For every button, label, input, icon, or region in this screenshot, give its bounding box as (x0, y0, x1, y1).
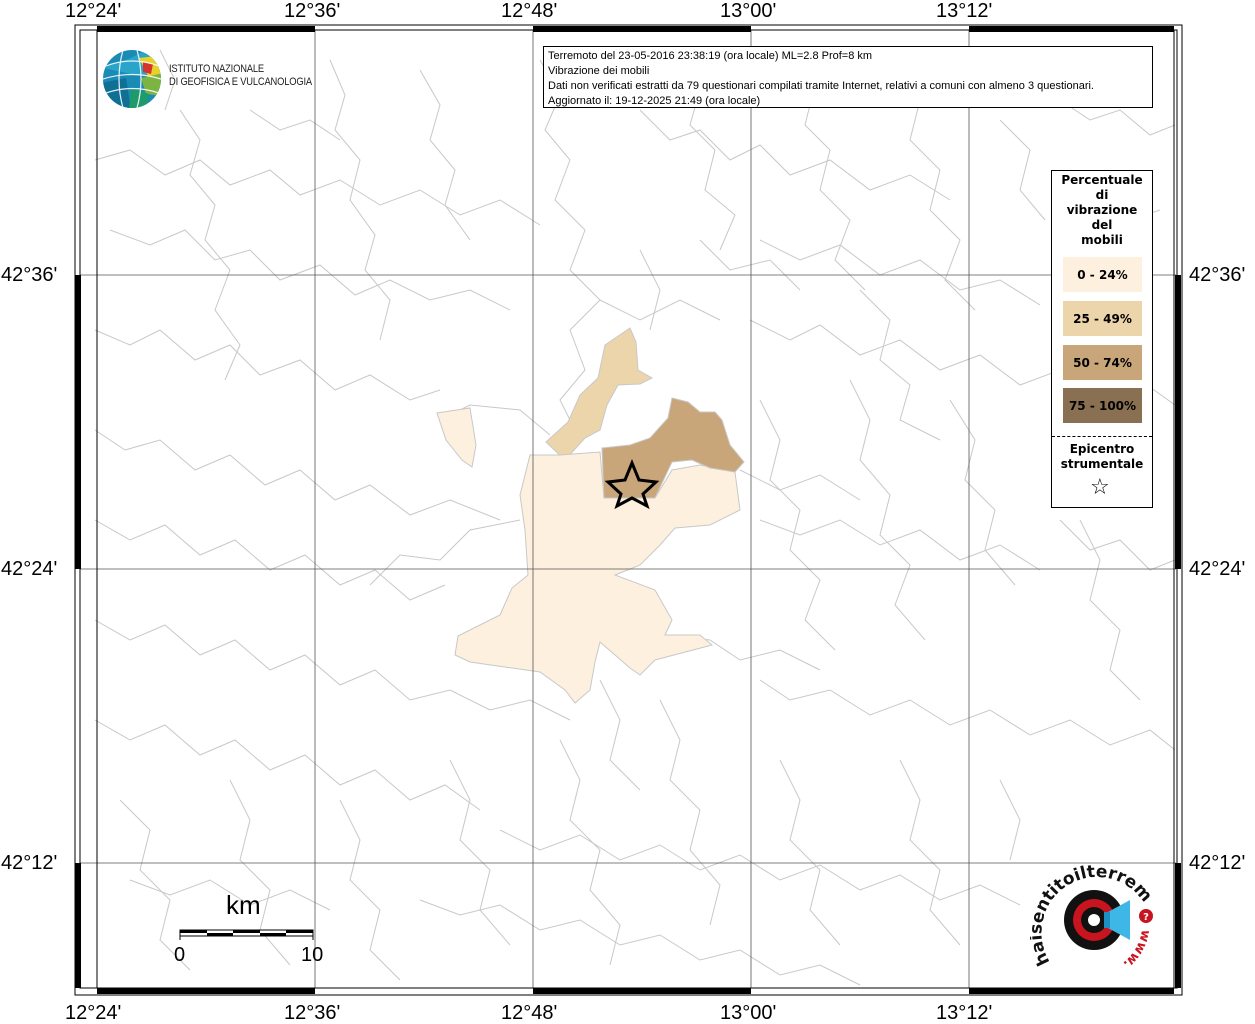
left-tick-3: 42°12' (1, 852, 58, 874)
right-tick-3: 42°12' (1189, 852, 1246, 874)
svg-text:?: ? (1143, 912, 1149, 923)
bottom-tick-3: 12°48' (501, 1002, 558, 1024)
scale-end: 10 (301, 944, 324, 966)
event-title: Terremoto del 23-05-2016 23:38:19 (ora l… (548, 50, 873, 62)
haisentito-logo: haisentitoilterremoto.it www. ? (1024, 845, 1165, 985)
ingv-name: ISTITUTO NAZIONALE DI GEOFISICA E VULCAN… (169, 63, 312, 88)
legend-item-50-74: 50 - 74% (1063, 345, 1142, 380)
scale-unit: km (226, 890, 261, 920)
bottom-tick-1: 12°24' (65, 1002, 122, 1024)
legend: Percentuale di vibrazione del mobili 0 -… (1051, 170, 1153, 508)
updated-timestamp: Aggiornato il: 19-12-2025 21:49 (ora loc… (548, 95, 761, 107)
ingv-logo: ISTITUTO NAZIONALE DI GEOFISICA E VULCAN… (101, 48, 312, 110)
top-tick-5: 13°12' (936, 0, 993, 22)
left-tick-2: 42°24' (1, 558, 58, 580)
event-info-box: Terremoto del 23-05-2016 23:38:19 (ora l… (543, 46, 1153, 108)
left-tick-1: 42°36' (1, 264, 58, 286)
target-icon (1064, 890, 1130, 950)
top-tick-1: 12°24' (65, 0, 122, 22)
legend-divider (1052, 436, 1152, 437)
top-tick-2: 12°36' (284, 0, 341, 22)
bottom-tick-4: 13°00' (720, 1002, 777, 1024)
legend-item-75-100: 75 - 100% (1063, 388, 1142, 423)
help-badge-icon: ? (1139, 909, 1153, 923)
top-tick-4: 13°00' (720, 0, 777, 22)
legend-title: Percentuale di vibrazione del mobili (1061, 173, 1143, 247)
legend-epicenter-label: Epicentro strumentale (1060, 442, 1144, 471)
bottom-tick-5: 13°12' (936, 1002, 993, 1024)
data-note: Dati non verificati estratti da 79 quest… (548, 80, 1094, 92)
globe-icon (103, 50, 161, 108)
scale-start: 0 (174, 944, 186, 966)
right-tick-2: 42°24' (1189, 558, 1246, 580)
bottom-tick-2: 12°36' (284, 1002, 341, 1024)
legend-star-icon: ☆ (1090, 475, 1110, 500)
legend-item-25-49: 25 - 49% (1063, 301, 1142, 336)
legend-item-0-24: 0 - 24% (1063, 257, 1142, 292)
map-subject: Vibrazione dei mobili (548, 65, 650, 77)
top-tick-3: 12°48' (501, 0, 558, 22)
right-tick-1: 42°36' (1189, 264, 1246, 286)
